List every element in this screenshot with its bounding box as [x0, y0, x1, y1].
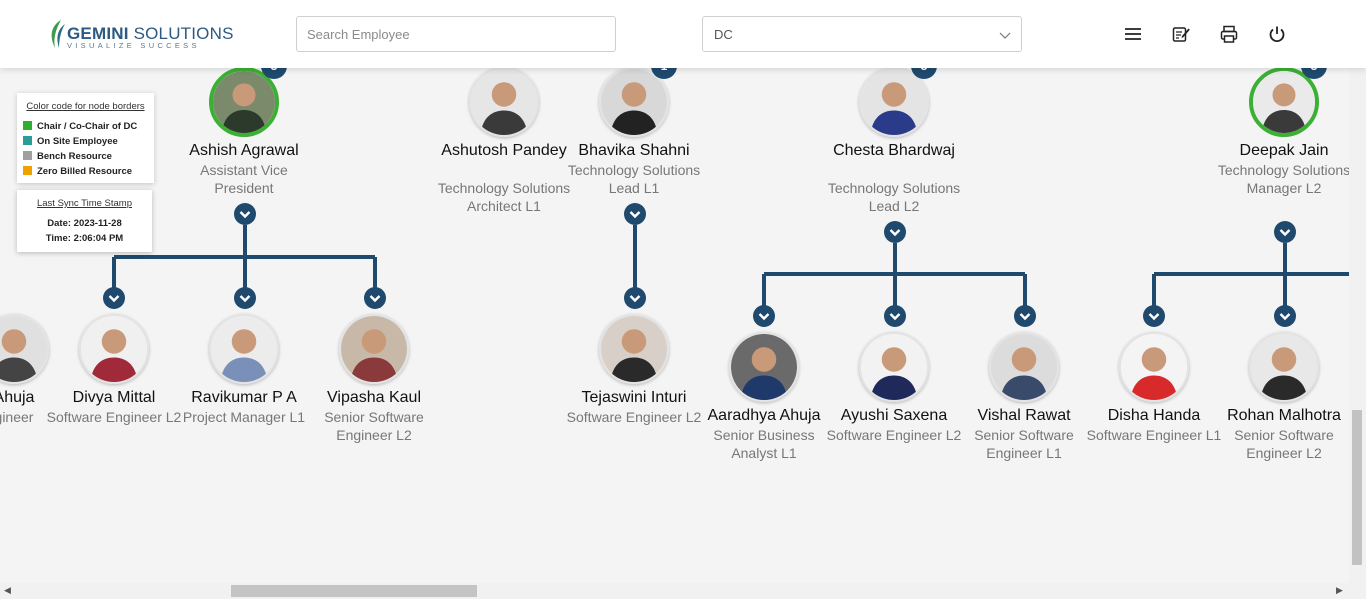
- employee-name: Divya Mittal: [72, 389, 156, 406]
- chevron-down-circle-icon[interactable]: [753, 305, 775, 327]
- chevron-down-circle-icon[interactable]: [364, 287, 386, 309]
- employee-designation: Senior Business Analyst L1: [713, 427, 815, 461]
- employee-name: Vipasha Kaul: [327, 389, 421, 406]
- org-chart-connectors: [112, 225, 1349, 308]
- employee-avatar: [469, 67, 539, 137]
- employee-designation: Senior Software Engineer L1: [974, 427, 1074, 461]
- legend-title: Color code for node borders: [26, 101, 145, 112]
- color-legend: Color code for node borders Chair / Co-C…: [17, 93, 154, 183]
- chevron-down-circle-icon[interactable]: [884, 305, 906, 327]
- employee-name: Chesta Bhardwaj: [833, 142, 955, 159]
- legend-item-bench: Bench Resource: [23, 151, 112, 163]
- last-sync-panel: Last Sync Time Stamp Date: 2023-11-28 Ti…: [17, 190, 152, 252]
- employee-avatar: [209, 314, 279, 384]
- employee-name: Ashish Agrawal: [189, 142, 299, 159]
- power-icon[interactable]: [1267, 24, 1287, 44]
- employee-designation: Senior Software Engineer L2: [1234, 427, 1334, 461]
- employee-designation: Technology Solutions Architect L1: [437, 180, 571, 214]
- chevron-down-circle-icon[interactable]: [624, 287, 646, 309]
- chevron-down-circle-icon[interactable]: [234, 287, 256, 309]
- chevron-down-circle-icon[interactable]: [234, 203, 256, 225]
- sync-date: Date: 2023-11-28: [47, 218, 122, 229]
- chevron-down-circle-icon[interactable]: [1274, 221, 1296, 243]
- chevron-down-circle-icon[interactable]: [884, 221, 906, 243]
- edit-note-icon[interactable]: [1171, 24, 1191, 44]
- legend-item-onsite: On Site Employee: [23, 136, 118, 148]
- dc-select[interactable]: DC: [702, 16, 1022, 52]
- employee-name: Ayushi Saxena: [840, 407, 948, 424]
- horizontal-scrollbar[interactable]: ◀ ▶: [0, 583, 1366, 599]
- legend-swatch: [23, 121, 32, 130]
- employee-name: Rohan Malhotra: [1227, 407, 1341, 424]
- chevron-down-circle-icon[interactable]: [1274, 305, 1296, 327]
- vertical-scroll-thumb[interactable]: [1352, 410, 1362, 565]
- chevron-down-icon: [999, 32, 1011, 39]
- employee-avatar: [599, 314, 669, 384]
- employee-name: Bhavika Shahni: [578, 142, 690, 159]
- employee-name: Aaradhya Ahuja: [707, 407, 821, 424]
- legend-swatch: [23, 166, 32, 175]
- chevron-down-circle-icon[interactable]: [1014, 305, 1036, 327]
- employee-name: Ravikumar P A: [191, 389, 297, 406]
- search-employee-input[interactable]: [296, 16, 616, 52]
- employee-name: Disha Handa: [1107, 407, 1201, 424]
- legend-item-chair: Chair / Co-Chair of DC: [23, 121, 137, 133]
- company-logo[interactable]: GEMINI SOLUTIONS VISUALIZE SUCCESS: [47, 18, 233, 50]
- legend-swatch: [23, 136, 32, 145]
- employee-designation: Technology Solutions Manager L2: [1217, 162, 1351, 196]
- employee-designation: Software Engineer L2: [826, 427, 962, 443]
- employee-avatar: [339, 314, 409, 384]
- scroll-right-arrow-icon[interactable]: ▶: [1336, 585, 1343, 596]
- scroll-left-arrow-icon[interactable]: ◀: [4, 585, 11, 596]
- employee-name: Vishal Rawat: [977, 407, 1071, 424]
- logo-leaf-icon: [51, 20, 65, 48]
- vertical-scrollbar[interactable]: [1349, 68, 1366, 584]
- chevron-down-circle-icon[interactable]: [1143, 305, 1165, 327]
- employee-name: Deepak Jain: [1239, 142, 1329, 159]
- employee-avatar: [79, 314, 149, 384]
- employee-avatar: [1119, 332, 1189, 402]
- printer-icon[interactable]: [1219, 24, 1239, 44]
- app-header: GEMINI SOLUTIONS VISUALIZE SUCCESS DC: [0, 0, 1366, 68]
- employee-avatar: [729, 332, 799, 402]
- employee-avatar: [859, 332, 929, 402]
- sync-time: Time: 2:06:04 PM: [45, 233, 124, 244]
- dc-select-value: DC: [714, 27, 733, 42]
- chevron-down-circle-icon[interactable]: [103, 287, 125, 309]
- legend-swatch: [23, 151, 32, 160]
- chevron-down-circle-icon[interactable]: [624, 203, 646, 225]
- employee-designation: Software Engineer L2: [566, 409, 702, 425]
- employee-designation: Senior Software Engineer L2: [324, 409, 424, 443]
- hamburger-menu-icon[interactable]: [1123, 24, 1143, 44]
- legend-item-zero-billed: Zero Billed Resource: [23, 166, 132, 178]
- employee-name: Tejaswini Inturi: [581, 389, 687, 406]
- employee-designation: Technology Solutions Lead L1: [567, 162, 701, 196]
- employee-designation: Assistant Vice President: [200, 162, 288, 196]
- logo-tagline: VISUALIZE SUCCESS: [67, 41, 200, 50]
- employee-avatar: [1249, 332, 1319, 402]
- employee-designation: Software Engineer L1: [1086, 427, 1222, 443]
- horizontal-scroll-thumb[interactable]: [231, 585, 477, 597]
- sync-title: Last Sync Time Stamp: [36, 198, 133, 209]
- employee-designation: Technology Solutions Lead L2: [827, 180, 961, 214]
- employee-name: Ashutosh Pandey: [441, 142, 567, 159]
- employee-designation: Software Engineer L2: [46, 409, 182, 425]
- employee-designation: Project Manager L1: [182, 409, 306, 425]
- employee-avatar: [989, 332, 1059, 402]
